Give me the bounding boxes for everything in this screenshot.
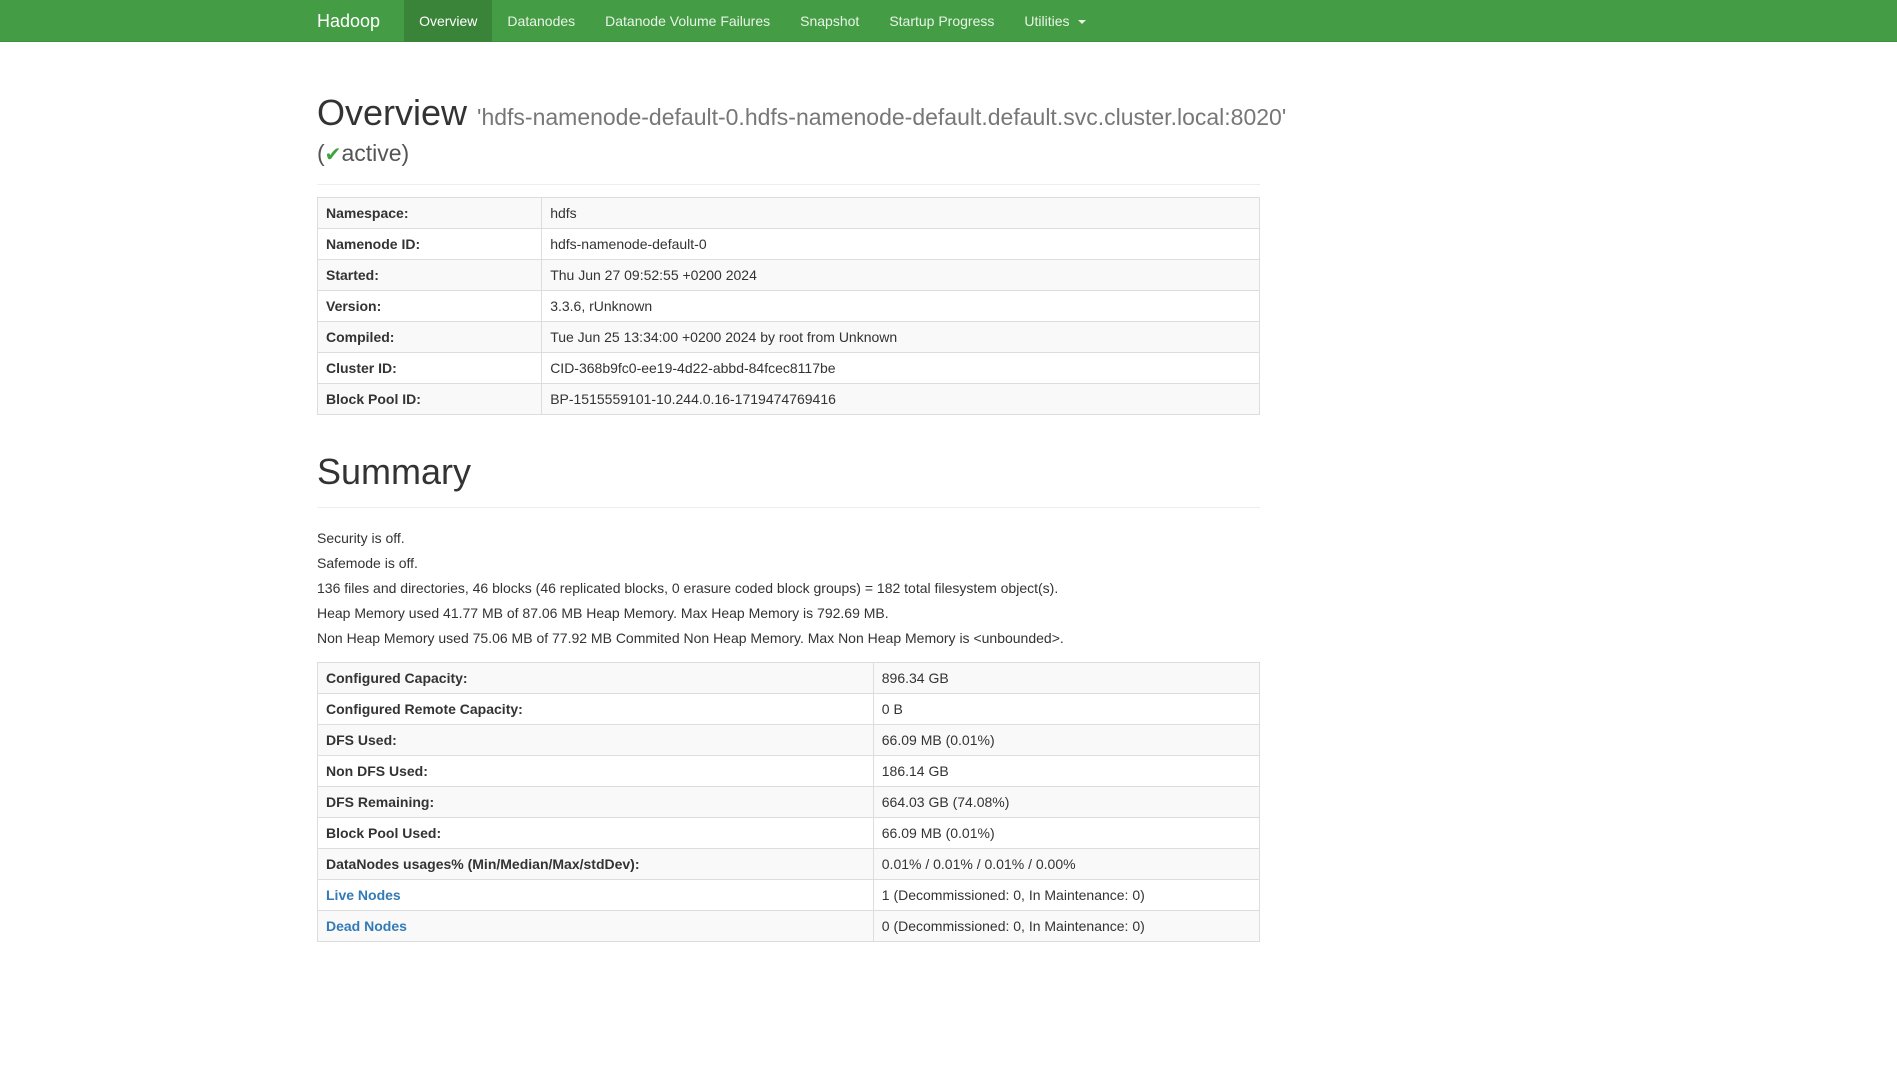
row-value: 66.09 MB (0.01%) (873, 725, 1259, 756)
table-row: Configured Capacity: 896.34 GB (318, 663, 1260, 694)
summary-line-safemode: Safemode is off. (317, 553, 1260, 573)
brand-hadoop[interactable]: Hadoop (317, 0, 404, 42)
summary-line-nonheap: Non Heap Memory used 75.06 MB of 77.92 M… (317, 628, 1260, 648)
summary-line-heap: Heap Memory used 41.77 MB of 87.06 MB He… (317, 603, 1260, 623)
namenode-address: 'hdfs-namenode-default-0.hdfs-namenode-d… (477, 104, 1286, 130)
row-label: Dead Nodes (318, 911, 874, 942)
nav-overview[interactable]: Overview (404, 0, 492, 42)
row-label: DataNodes usages% (Min/Median/Max/stdDev… (318, 849, 874, 880)
row-label: DFS Used: (318, 725, 874, 756)
row-label: Version: (318, 291, 542, 322)
row-label: Compiled: (318, 322, 542, 353)
row-value: 664.03 GB (74.08%) (873, 787, 1259, 818)
row-value: Thu Jun 27 09:52:55 +0200 2024 (542, 260, 1260, 291)
row-label: Configured Capacity: (318, 663, 874, 694)
nav-startup-progress[interactable]: Startup Progress (874, 0, 1009, 42)
table-row: Configured Remote Capacity: 0 B (318, 694, 1260, 725)
caret-down-icon (1078, 20, 1086, 24)
nav-utilities-dropdown[interactable]: Utilities (1009, 0, 1101, 42)
status-open-paren: ( (317, 140, 325, 166)
row-label: Namespace: (318, 198, 542, 229)
table-row: DataNodes usages% (Min/Median/Max/stdDev… (318, 849, 1260, 880)
summary-line-files: 136 files and directories, 46 blocks (46… (317, 578, 1260, 598)
row-label: Live Nodes (318, 880, 874, 911)
page-title: Overview 'hdfs-namenode-default-0.hdfs-n… (317, 90, 1260, 168)
overview-meta-table: Namespace: hdfs Namenode ID: hdfs-nameno… (317, 197, 1260, 415)
table-row: Cluster ID: CID-368b9fc0-ee19-4d22-abbd-… (318, 353, 1260, 384)
row-value: hdfs (542, 198, 1260, 229)
summary-heading: Summary (317, 451, 1260, 493)
table-row: Block Pool Used: 66.09 MB (0.01%) (318, 818, 1260, 849)
main-content: Overview 'hdfs-namenode-default-0.hdfs-n… (317, 90, 1260, 942)
row-value: 1 (Decommissioned: 0, In Maintenance: 0) (873, 880, 1259, 911)
table-row: Dead Nodes 0 (Decommissioned: 0, In Main… (318, 911, 1260, 942)
row-label: Namenode ID: (318, 229, 542, 260)
summary-line-security: Security is off. (317, 528, 1260, 548)
row-label: Block Pool Used: (318, 818, 874, 849)
row-label: Cluster ID: (318, 353, 542, 384)
row-value: 896.34 GB (873, 663, 1259, 694)
row-label: Non DFS Used: (318, 756, 874, 787)
table-row: Non DFS Used: 186.14 GB (318, 756, 1260, 787)
page-title-text: Overview (317, 92, 467, 133)
table-row: DFS Used: 66.09 MB (0.01%) (318, 725, 1260, 756)
row-value: hdfs-namenode-default-0 (542, 229, 1260, 260)
summary-stats-table: Configured Capacity: 896.34 GB Configure… (317, 662, 1260, 942)
table-row: Namenode ID: hdfs-namenode-default-0 (318, 229, 1260, 260)
row-value: 3.3.6, rUnknown (542, 291, 1260, 322)
navbar-inner: Hadoop Overview Datanodes Datanode Volum… (317, 0, 1317, 42)
table-row: Live Nodes 1 (Decommissioned: 0, In Main… (318, 880, 1260, 911)
row-value: 66.09 MB (0.01%) (873, 818, 1259, 849)
row-value: 0.01% / 0.01% / 0.01% / 0.00% (873, 849, 1259, 880)
row-value: 0 B (873, 694, 1259, 725)
row-value: BP-1515559101-10.244.0.16-1719474769416 (542, 384, 1260, 415)
summary-text-block: Security is off. Safemode is off. 136 fi… (317, 528, 1260, 648)
summary-divider (317, 507, 1260, 508)
nav-snapshot[interactable]: Snapshot (785, 0, 874, 42)
row-value: Tue Jun 25 13:34:00 +0200 2024 by root f… (542, 322, 1260, 353)
dead-nodes-link[interactable]: Dead Nodes (326, 918, 407, 934)
row-value: 0 (Decommissioned: 0, In Maintenance: 0) (873, 911, 1259, 942)
nav-datanode-volume-failures[interactable]: Datanode Volume Failures (590, 0, 785, 42)
status-active-text: active) (341, 140, 409, 166)
table-row: Started: Thu Jun 27 09:52:55 +0200 2024 (318, 260, 1260, 291)
navbar: Hadoop Overview Datanodes Datanode Volum… (0, 0, 1897, 42)
namenode-status: (✔active) (317, 139, 1260, 168)
check-icon: ✔ (325, 144, 342, 166)
table-row: Namespace: hdfs (318, 198, 1260, 229)
nav-datanodes[interactable]: Datanodes (492, 0, 590, 42)
row-label: Block Pool ID: (318, 384, 542, 415)
table-row: DFS Remaining: 664.03 GB (74.08%) (318, 787, 1260, 818)
row-label: Configured Remote Capacity: (318, 694, 874, 725)
live-nodes-link[interactable]: Live Nodes (326, 887, 401, 903)
title-divider (317, 184, 1260, 185)
row-label: Started: (318, 260, 542, 291)
table-row: Block Pool ID: BP-1515559101-10.244.0.16… (318, 384, 1260, 415)
row-label: DFS Remaining: (318, 787, 874, 818)
table-row: Compiled: Tue Jun 25 13:34:00 +0200 2024… (318, 322, 1260, 353)
table-row: Version: 3.3.6, rUnknown (318, 291, 1260, 322)
nav-utilities-label: Utilities (1024, 13, 1069, 29)
row-value: 186.14 GB (873, 756, 1259, 787)
row-value: CID-368b9fc0-ee19-4d22-abbd-84fcec8117be (542, 353, 1260, 384)
